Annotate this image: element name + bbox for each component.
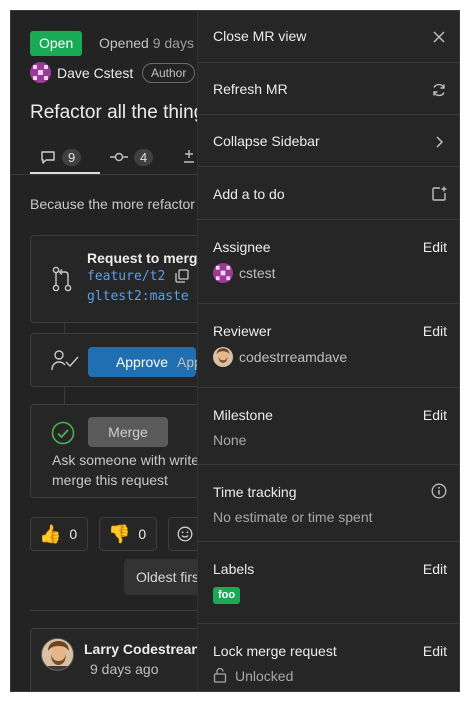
reviewer-edit-button[interactable]: Edit [423, 323, 447, 339]
refresh-icon[interactable] [431, 82, 447, 98]
commenter-name[interactable]: Larry Codestrean [84, 641, 200, 657]
chevron-right-icon[interactable] [431, 134, 447, 150]
smiley-icon [177, 526, 193, 542]
lock-edit-button[interactable]: Edit [423, 643, 447, 659]
lock-section: Lock merge request Edit Unlocked [198, 624, 459, 691]
add-todo-label: Add a to do [213, 186, 285, 202]
close-mr-view-label: Close MR view [213, 28, 307, 44]
reviewer-user[interactable]: codestrreamdave [213, 347, 347, 367]
thumbs-up-icon: 👍 [39, 523, 62, 544]
target-branch[interactable]: gltest2:maste [87, 289, 189, 304]
author-name[interactable]: Dave Cstest [57, 65, 133, 81]
reviewer-avatar [213, 347, 233, 367]
merge-note-line1: Ask someone with write [52, 452, 200, 468]
thumbs-up-count: 0 [69, 526, 78, 542]
status-badge: Open [30, 31, 83, 56]
time-tracking-section: Time tracking No estimate or time spent [198, 465, 459, 542]
mr-window: Open Opened 9 days Dave Cstest Author Re… [10, 10, 460, 692]
commenter-avatar[interactable] [41, 638, 74, 671]
thumbs-down-count: 0 [138, 526, 147, 542]
assignee-user[interactable]: cstest [213, 263, 276, 283]
right-sidebar: Close MR view Refresh MR Collapse Sideba… [197, 11, 459, 691]
opened-info: Opened 9 days [99, 35, 194, 51]
copy-icon[interactable] [175, 269, 189, 283]
labels-edit-button[interactable]: Edit [423, 561, 447, 577]
merge-note: Ask someone with write merge this reques… [52, 450, 199, 490]
milestone-value: None [213, 432, 247, 448]
tab-commits[interactable]: 4 [110, 141, 154, 173]
assignee-username: cstest [239, 265, 276, 281]
merge-button[interactable]: Merge [88, 417, 168, 447]
lock-title: Lock merge request [213, 643, 337, 659]
tab-commits-count: 4 [134, 148, 154, 166]
tab-overview[interactable]: 9 [40, 141, 82, 173]
close-icon[interactable] [431, 29, 447, 45]
info-icon[interactable] [431, 483, 447, 499]
labels-title: Labels [213, 561, 255, 577]
mr-description: Because the more refactor [30, 196, 195, 212]
plus-minus-icon [184, 150, 194, 163]
assignee-section: Assignee Edit cstest [198, 220, 459, 304]
milestone-edit-button[interactable]: Edit [423, 407, 447, 423]
time-tracking-title: Time tracking [213, 484, 297, 500]
close-mr-view-row[interactable]: Close MR view [198, 11, 459, 63]
lock-value: Unlocked [235, 668, 294, 684]
refresh-mr-label: Refresh MR [213, 81, 288, 97]
comment-time: 9 days ago [90, 661, 159, 677]
comment-icon [41, 151, 55, 164]
collapse-sidebar-label: Collapse Sidebar [213, 133, 320, 149]
merge-request-icon [52, 266, 72, 292]
assignee-avatar [213, 263, 233, 283]
thumbs-down-reaction[interactable]: 👎 0 [99, 517, 157, 551]
opened-prefix: Opened [99, 35, 149, 51]
page-title: Refactor all the thing [30, 102, 205, 123]
timeline-connector [64, 323, 65, 333]
thumbs-up-reaction[interactable]: 👍 0 [30, 517, 88, 551]
reviewer-username: codestrreamdave [239, 349, 348, 365]
add-todo-row[interactable]: Add a to do [198, 167, 459, 220]
commit-icon [110, 152, 128, 162]
approval-icon [51, 350, 79, 371]
time-tracking-value: No estimate or time spent [213, 509, 373, 525]
assignee-title: Assignee [213, 239, 271, 255]
milestone-section: Milestone Edit None [198, 388, 459, 465]
timeline-connector [64, 387, 65, 404]
reviewer-section: Reviewer Edit codestrreamdave [198, 304, 459, 388]
reviewer-title: Reviewer [213, 323, 272, 339]
tab-changes[interactable] [182, 141, 196, 173]
opened-ago: 9 days [152, 35, 194, 51]
collapse-sidebar-row[interactable]: Collapse Sidebar [198, 115, 459, 167]
assignee-edit-button[interactable]: Edit [423, 239, 447, 255]
check-circle-icon [51, 421, 75, 445]
refresh-mr-row[interactable]: Refresh MR [198, 63, 459, 115]
source-branch[interactable]: feature/t2 [87, 269, 165, 284]
thumbs-down-icon: 👎 [108, 523, 131, 544]
merge-note-line2: merge this request [52, 472, 168, 488]
label-chip[interactable]: foo [213, 587, 241, 604]
add-todo-icon[interactable] [431, 186, 447, 202]
tab-overview-count: 9 [62, 148, 82, 166]
unlock-icon [213, 667, 227, 683]
request-to-merge-title: Request to merg [87, 250, 198, 266]
labels-section: Labels Edit foo [198, 542, 459, 624]
milestone-title: Milestone [213, 407, 273, 423]
author-badge: Author [142, 63, 196, 83]
author-avatar[interactable] [30, 62, 51, 83]
